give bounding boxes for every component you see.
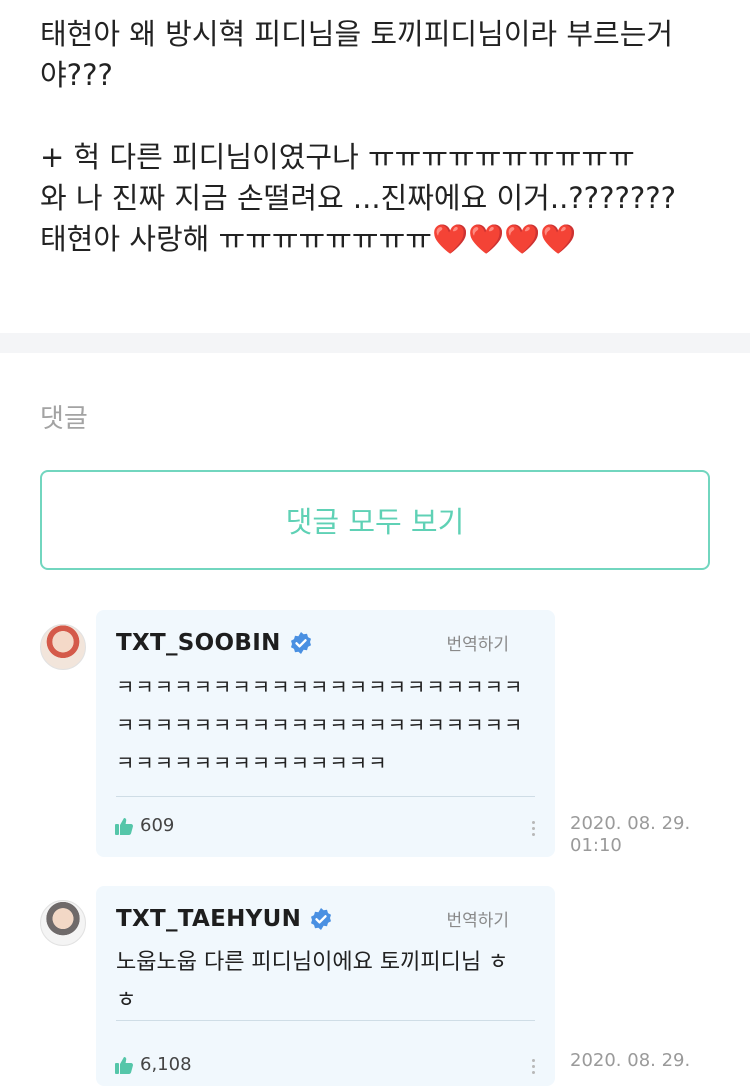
thumbs-up-icon (115, 817, 133, 835)
username[interactable]: TXT_TAEHYUN (116, 906, 301, 932)
comment-bubble: TXT_SOOBIN 번역하기 ㅋㅋㅋㅋㅋㅋㅋㅋㅋㅋㅋㅋㅋㅋㅋㅋㅋㅋㅋㅋㅋㅋㅋㅋ… (96, 610, 555, 857)
comment-date: 2020. 08. 29. (570, 1050, 690, 1072)
view-all-comments-button[interactable]: 댓글 모두 보기 (40, 470, 710, 570)
date-line: 2020. 08. 29. (570, 1050, 691, 1071)
date-line: 2020. 08. 29. (570, 813, 691, 834)
comment-text: 노웁노웁 다른 피디님이에요 토끼피디님 ㅎㅎ (116, 950, 509, 1013)
post-line: 태현아 왜 방시혁 피디님을 토끼피디님이라 부르는거 (40, 17, 674, 51)
heart-emoji-group: ❤️❤️❤️❤️ (431, 222, 577, 256)
like-button[interactable]: 609 (114, 815, 174, 836)
translate-button[interactable]: 번역하기 (446, 906, 509, 931)
post-line (40, 96, 720, 137)
comment-divider (116, 796, 535, 797)
avatar[interactable] (40, 900, 86, 946)
time-line: 01:10 (570, 835, 622, 856)
like-count: 6,108 (140, 1054, 192, 1075)
post-line: 와 나 진짜 지금 손떨려요 ...진짜에요 이거..??????? (40, 181, 677, 215)
post-line: 야??? (40, 58, 113, 92)
username-row: TXT_TAEHYUN (116, 906, 333, 932)
more-options-icon[interactable] (528, 818, 538, 839)
more-options-icon[interactable] (528, 1056, 538, 1077)
comment-divider (116, 1020, 535, 1021)
post-line-last: 태현아 사랑해 ㅠㅠㅠㅠㅠㅠㅠㅠ❤️❤️❤️❤️ (40, 219, 720, 260)
verified-badge-icon (311, 908, 332, 930)
username-row: TXT_SOOBIN (116, 630, 313, 656)
comment-date: 2020. 08. 29. 01:10 (570, 813, 690, 857)
like-button[interactable]: 6,108 (114, 1054, 192, 1075)
verified-badge-icon (290, 632, 311, 654)
post-line: + 헉 다른 피디님이였구나 ㅠㅠㅠㅠㅠㅠㅠㅠㅠㅠ (40, 140, 635, 174)
username[interactable]: TXT_SOOBIN (116, 630, 281, 656)
comments-title: 댓글 (40, 404, 88, 434)
like-count: 609 (140, 815, 175, 836)
post-line: 태현아 사랑해 ㅠㅠㅠㅠㅠㅠㅠㅠ (40, 222, 432, 256)
section-divider (0, 333, 750, 353)
post-body: 태현아 왜 방시혁 피디님을 토끼피디님이라 부르는거야??? + 헉 다른 피디… (40, 14, 720, 260)
avatar[interactable] (40, 624, 86, 670)
comment-text: ㅋㅋㅋㅋㅋㅋㅋㅋㅋㅋㅋㅋㅋㅋㅋㅋㅋㅋㅋㅋㅋㅋㅋㅋㅋㅋㅋㅋㅋㅋㅋㅋㅋㅋㅋㅋㅋㅋㅋㅋ… (116, 675, 524, 775)
thumbs-up-icon (115, 1056, 133, 1074)
translate-button[interactable]: 번역하기 (446, 630, 509, 655)
comment-bubble: TXT_TAEHYUN 번역하기 노웁노웁 다른 피디님이에요 토끼피디님 ㅎㅎ… (96, 886, 555, 1086)
